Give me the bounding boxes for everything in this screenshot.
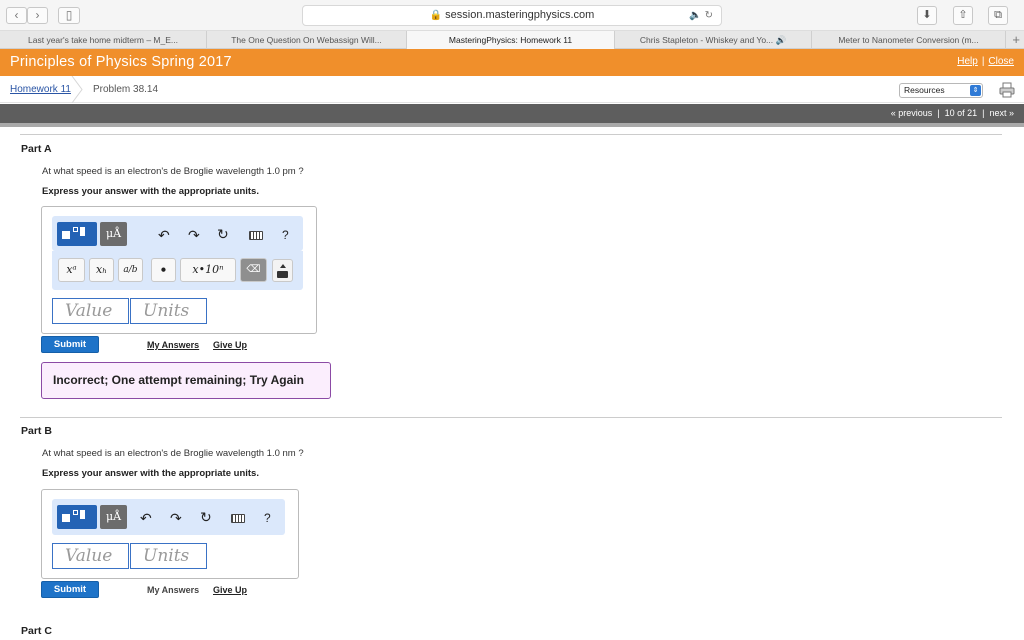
tab-webassign[interactable]: The One Question On Webassign Will... — [207, 31, 407, 49]
part-b-math-toolbar: μÅ ↶ ↷ ↻ ? — [52, 499, 285, 535]
speaker-icon[interactable]: 🔊 — [776, 35, 787, 45]
course-title: Principles of Physics Spring 2017 — [10, 54, 232, 70]
units-button[interactable]: μÅ — [100, 505, 127, 529]
part-a-instruction: Express your answer with the appropriate… — [42, 186, 259, 197]
part-b-title: Part B — [21, 425, 52, 437]
part-b-give-up-link[interactable]: Give Up — [213, 585, 247, 595]
backspace-button[interactable]: ⌫ — [240, 258, 267, 282]
tab-masteringphysics[interactable]: MasteringPhysics: Homework 11 — [407, 31, 615, 49]
part-b-question: At what speed is an electron's de Brogli… — [42, 448, 304, 459]
breadcrumb-homework[interactable]: Homework 11 — [10, 84, 71, 95]
forward-button[interactable]: › — [27, 7, 48, 24]
part-b-units-input[interactable] — [130, 543, 207, 569]
tab-bar: Last year's take home midterm – M_E... T… — [0, 31, 1024, 49]
breadcrumb-problem: Problem 38.14 — [93, 84, 159, 95]
part-a-answer-box: μÅ ↶ ↷ ↻ ? xᵃ xₕ a/b • x•10ⁿ ⌫ — [41, 206, 317, 334]
tab-midterm[interactable]: Last year's take home midterm – M_E... — [0, 31, 207, 49]
help-icon[interactable]: ? — [282, 228, 289, 242]
back-button[interactable]: ‹ — [6, 7, 27, 24]
select-arrows-icon: ⇕ — [970, 85, 981, 96]
problem-position: 10 of 21 — [944, 108, 978, 118]
part-a-submit-button[interactable]: Submit — [41, 336, 99, 353]
part-c-title: Part C — [21, 625, 52, 637]
part-a-give-up-link[interactable]: Give Up — [213, 340, 247, 350]
superscript-button[interactable]: xᵃ — [58, 258, 85, 282]
part-b-value-input[interactable] — [52, 543, 129, 569]
pager-separator: | — [982, 108, 985, 118]
help-link[interactable]: Help — [957, 56, 978, 67]
part-b-submit-button[interactable]: Submit — [41, 581, 99, 598]
tab-stapleton[interactable]: Chris Stapleton - Whiskey and Yo... 🔊 — [615, 31, 812, 49]
part-a-symbol-row: xᵃ xₕ a/b • x•10ⁿ ⌫ — [52, 251, 303, 290]
part-a-units-input[interactable] — [130, 298, 207, 324]
multiply-dot-button[interactable]: • — [151, 258, 176, 282]
section-divider — [20, 417, 1002, 418]
part-b-my-answers-link[interactable]: My Answers — [147, 585, 199, 595]
undo-icon[interactable]: ↶ — [158, 227, 170, 243]
resources-label: Resources — [904, 85, 945, 95]
units-button[interactable]: μÅ — [100, 222, 127, 246]
course-header: Principles of Physics Spring 2017 Help | C… — [0, 49, 1024, 76]
part-a-math-toolbar: μÅ ↶ ↷ ↻ ? — [52, 216, 303, 251]
close-link[interactable]: Close — [988, 56, 1014, 67]
section-divider — [20, 134, 1002, 135]
part-a-value-input[interactable] — [52, 298, 129, 324]
header-links: Help | Close — [957, 56, 1014, 67]
header-divider — [0, 123, 1024, 127]
keyboard-toggle-icon[interactable] — [272, 259, 293, 282]
breadcrumb: Homework 11 Problem 38.14 — [0, 76, 1024, 103]
breadcrumb-chevron-icon — [71, 76, 83, 103]
audio-reload-icons[interactable]: 🔈 ↻ — [689, 6, 713, 25]
tabs-overview-icon[interactable]: ⧉ — [988, 6, 1008, 25]
resources-select[interactable]: Resources ⇕ — [899, 83, 983, 98]
next-link[interactable]: next » — [989, 108, 1014, 118]
reset-icon[interactable]: ↻ — [217, 226, 229, 242]
scientific-notation-button[interactable]: x•10ⁿ — [180, 258, 236, 282]
redo-icon[interactable]: ↷ — [188, 227, 200, 243]
templates-button[interactable] — [57, 222, 97, 246]
subscript-button[interactable]: xₕ — [89, 258, 114, 282]
undo-icon[interactable]: ↶ — [140, 510, 152, 526]
share-icon[interactable]: ⇧ — [953, 6, 973, 25]
redo-icon[interactable]: ↷ — [170, 510, 182, 526]
part-a-my-answers-link[interactable]: My Answers — [147, 340, 199, 350]
templates-button[interactable] — [57, 505, 97, 529]
browser-toolbar: ‹ › ▯ 🔒 session.masteringphysics.com 🔈 ↻ … — [0, 0, 1024, 31]
url-text: session.masteringphysics.com — [445, 9, 595, 21]
tab-stapleton-label: Chris Stapleton - Whiskey and Yo... — [639, 35, 774, 45]
part-a-feedback: Incorrect; One attempt remaining; Try Ag… — [41, 362, 331, 399]
reset-icon[interactable]: ↻ — [200, 509, 212, 525]
part-a-question: At what speed is an electron's de Brogli… — [42, 166, 304, 177]
part-b-instruction: Express your answer with the appropriate… — [42, 468, 259, 479]
sidebar-icon[interactable]: ▯ — [58, 7, 80, 24]
lock-icon: 🔒 — [429, 10, 443, 21]
part-b-answer-box: μÅ ↶ ↷ ↻ ? — [41, 489, 299, 579]
fraction-button[interactable]: a/b — [118, 258, 143, 282]
part-a-title: Part A — [21, 143, 52, 155]
keyboard-shortcuts-icon[interactable] — [249, 231, 263, 240]
tab-conversion[interactable]: Meter to Nanometer Conversion (m... — [812, 31, 1006, 49]
pager-separator: | — [937, 108, 940, 118]
keyboard-shortcuts-icon[interactable] — [231, 514, 245, 523]
new-tab-button[interactable]: + — [1012, 31, 1020, 49]
downloads-icon[interactable]: ⬇ — [917, 6, 937, 25]
header-separator: | — [981, 56, 985, 67]
print-icon[interactable] — [999, 82, 1015, 98]
problem-pager: « previous | 10 of 21 | next » — [0, 104, 1024, 123]
address-bar[interactable]: 🔒 session.masteringphysics.com 🔈 ↻ — [302, 5, 722, 26]
previous-link[interactable]: « previous — [891, 108, 933, 118]
help-icon[interactable]: ? — [264, 511, 271, 525]
